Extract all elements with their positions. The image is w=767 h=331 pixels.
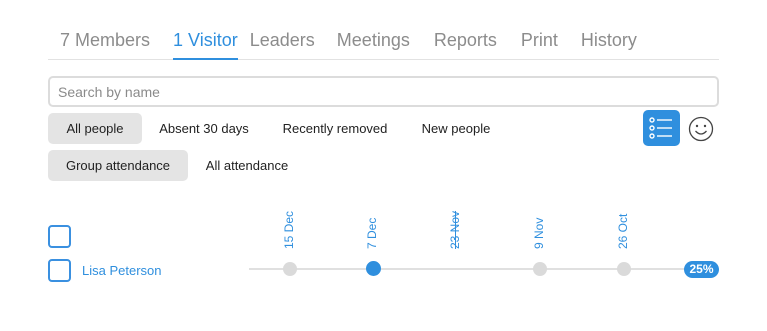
tab-print[interactable]: Print bbox=[521, 22, 558, 60]
date-label: 7 Dec bbox=[365, 217, 379, 249]
date-column-header-cancelled: 23 Nov bbox=[446, 203, 466, 249]
filter-absent-30-days[interactable]: Absent 30 days bbox=[149, 113, 259, 144]
tab-members[interactable]: 7 Members bbox=[60, 22, 150, 60]
filter-all-attendance[interactable]: All attendance bbox=[196, 150, 298, 181]
tab-leaders[interactable]: Leaders bbox=[250, 22, 315, 60]
attendance-percent-badge: 25% bbox=[684, 261, 719, 278]
filter-all-people[interactable]: All people bbox=[48, 113, 142, 144]
date-column-header: 26 Oct bbox=[614, 203, 634, 249]
tab-visitors[interactable]: 1 Visitor bbox=[173, 22, 238, 60]
search-input[interactable] bbox=[48, 76, 719, 107]
attendance-dot-absent[interactable] bbox=[283, 262, 297, 276]
filter-recently-removed[interactable]: Recently removed bbox=[272, 113, 398, 144]
tab-meetings[interactable]: Meetings bbox=[337, 22, 410, 60]
date-column-header: 9 Nov bbox=[530, 203, 550, 249]
tab-reports[interactable]: Reports bbox=[434, 22, 497, 60]
tab-bar: 7 Members 1 Visitor Leaders Meetings Rep… bbox=[48, 22, 719, 60]
attendance-dot-absent[interactable] bbox=[533, 262, 547, 276]
date-label: 23 Nov bbox=[448, 210, 462, 249]
person-checkbox[interactable] bbox=[48, 259, 71, 282]
list-view-icon bbox=[649, 117, 672, 139]
select-all-checkbox[interactable] bbox=[48, 225, 71, 248]
attendance-dot-absent[interactable] bbox=[617, 262, 631, 276]
date-label: 9 Nov bbox=[532, 217, 546, 249]
filter-group-attendance[interactable]: Group attendance bbox=[48, 150, 188, 181]
list-view-button[interactable] bbox=[643, 110, 680, 146]
smiley-face-icon[interactable] bbox=[688, 116, 714, 142]
date-column-header: 7 Dec bbox=[363, 203, 383, 249]
date-column-header: 15 Dec bbox=[280, 203, 300, 249]
attendance-dot-present[interactable] bbox=[366, 261, 381, 276]
person-name-link[interactable]: Lisa Peterson bbox=[82, 263, 162, 278]
date-label: 26 Oct bbox=[616, 213, 630, 249]
tab-history[interactable]: History bbox=[581, 22, 637, 60]
date-label: 15 Dec bbox=[282, 210, 296, 249]
filter-new-people[interactable]: New people bbox=[412, 113, 500, 144]
